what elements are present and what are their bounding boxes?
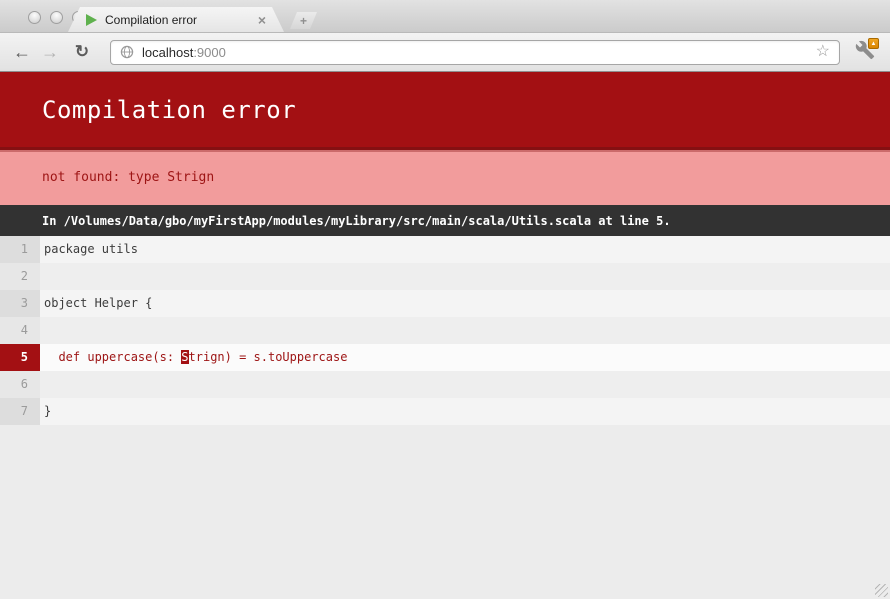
error-highlight: S (181, 350, 188, 364)
error-title-banner: Compilation error (0, 72, 890, 150)
source-code-listing: 1 package utils 2 3 object Helper { 4 5 … (0, 236, 890, 425)
window-close-button[interactable] (28, 11, 41, 24)
update-badge: ▲ (868, 38, 879, 49)
code-line: 4 (0, 317, 890, 344)
browser-menu-button[interactable]: ▲ (850, 38, 880, 66)
window-minimize-button[interactable] (50, 11, 63, 24)
new-tab-button[interactable]: + (290, 12, 317, 29)
play-framework-favicon-icon (86, 14, 97, 26)
back-button[interactable]: ← (10, 39, 34, 65)
code-line: 3 object Helper { (0, 290, 890, 317)
error-message-banner: not found: type Strign (0, 150, 890, 205)
code-line: 6 (0, 371, 890, 398)
line-text: def uppercase(s: Strign) = s.toUppercase (40, 344, 890, 371)
line-number: 5 (0, 344, 40, 371)
bookmark-star-icon[interactable]: ☆ (816, 44, 830, 60)
line-text: object Helper { (40, 290, 890, 317)
page-title: Compilation error (42, 96, 296, 124)
error-message: not found: type Strign (42, 170, 214, 185)
new-tab-icon: + (300, 14, 307, 28)
line-text (40, 317, 890, 344)
code-line: 7 } (0, 398, 890, 425)
line-text: package utils (40, 236, 890, 263)
code-line-error: 5 def uppercase(s: Strign) = s.toUpperca… (0, 344, 890, 371)
line-number: 3 (0, 290, 40, 317)
browser-toolbar: ← → ↻ localhost:9000 ☆ (0, 32, 890, 72)
tab-close-icon[interactable]: × (258, 13, 266, 27)
url-host: localhost (142, 45, 193, 60)
browser-window: Compilation error × + ← → ↻ localhost:9 (0, 0, 890, 599)
window-resize-grip[interactable] (875, 584, 888, 597)
reload-icon: ↻ (75, 42, 89, 62)
url-port: :9000 (193, 45, 226, 60)
code-line: 2 (0, 263, 890, 290)
back-icon: ← (13, 42, 31, 63)
line-text (40, 263, 890, 290)
tab-compilation-error[interactable]: Compilation error × (68, 7, 284, 32)
forward-icon: → (41, 42, 59, 63)
tab-strip: Compilation error × + (0, 0, 890, 32)
code-after-error: trign) = s.toUppercase (189, 350, 348, 364)
address-bar[interactable]: localhost:9000 ☆ (110, 40, 840, 65)
line-text (40, 371, 890, 398)
line-number: 7 (0, 398, 40, 425)
line-text: } (40, 398, 890, 425)
tab-title: Compilation error (105, 13, 197, 27)
url-text[interactable]: localhost:9000 (142, 45, 226, 60)
forward-button[interactable]: → (38, 39, 62, 65)
line-number: 1 (0, 236, 40, 263)
line-number: 4 (0, 317, 40, 344)
page-background (0, 425, 890, 599)
code-line: 1 package utils (0, 236, 890, 263)
error-location: In /Volumes/Data/gbo/myFirstApp/modules/… (42, 214, 671, 228)
error-location-bar: In /Volumes/Data/gbo/myFirstApp/modules/… (0, 205, 890, 236)
code-before-error: def uppercase(s: (44, 350, 181, 364)
line-number: 6 (0, 371, 40, 398)
globe-icon (120, 45, 134, 59)
update-arrow-icon: ▲ (871, 41, 877, 47)
reload-button[interactable]: ↻ (70, 39, 94, 65)
line-number: 2 (0, 263, 40, 290)
